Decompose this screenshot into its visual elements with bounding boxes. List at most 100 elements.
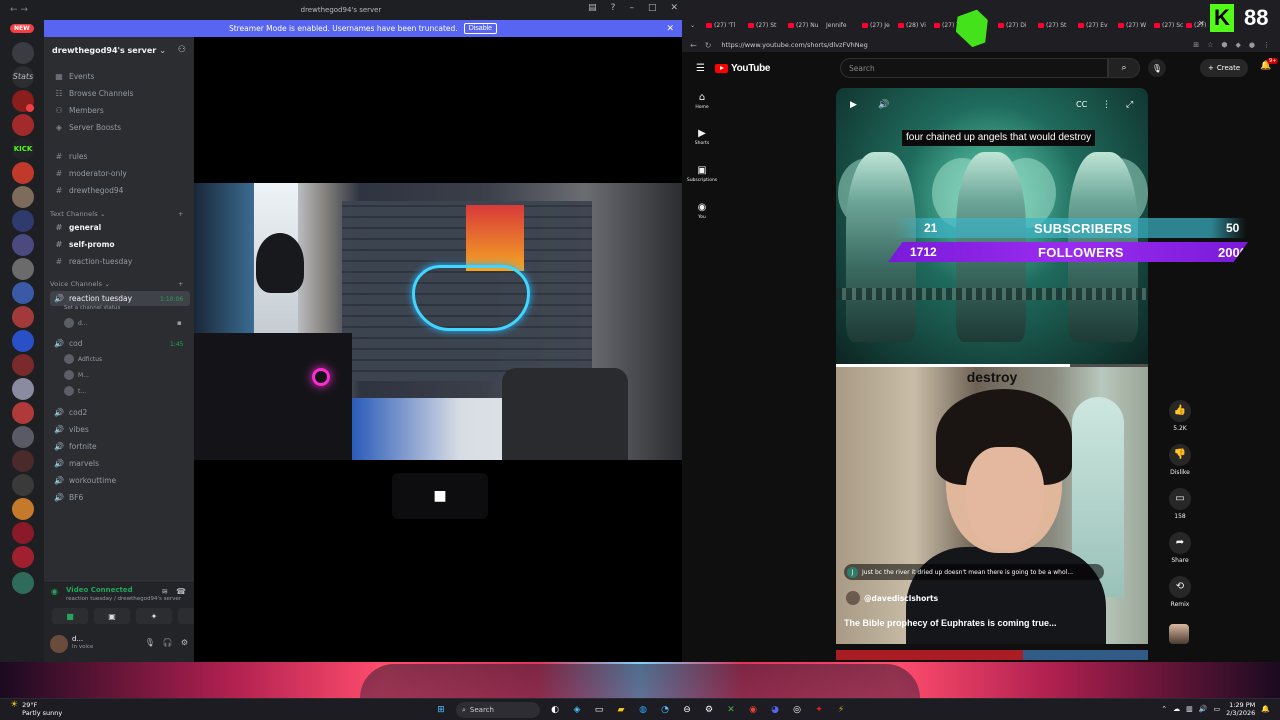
- minimize-button[interactable]: –: [629, 3, 634, 13]
- server-icon[interactable]: [12, 162, 34, 184]
- disable-button[interactable]: Disable: [463, 23, 498, 34]
- webcam-video[interactable]: [194, 183, 682, 460]
- voice-search-button[interactable]: 🎙: [1148, 59, 1166, 77]
- inbox-icon[interactable]: ▤: [588, 3, 597, 13]
- create-button[interactable]: + Create: [1200, 59, 1249, 77]
- sidebar-item-home[interactable]: ⌂ Home: [682, 92, 722, 110]
- next-short-preview[interactable]: [836, 650, 1148, 660]
- battery-icon[interactable]: ▭: [1213, 705, 1220, 713]
- store-icon[interactable]: ◔: [658, 703, 672, 717]
- server-icon[interactable]: [12, 330, 34, 352]
- app-icon[interactable]: ⚡: [834, 703, 848, 717]
- bookmark-star-icon[interactable]: ☆: [1207, 41, 1213, 49]
- channel-self-promo[interactable]: # self-promo: [50, 237, 190, 252]
- install-app-icon[interactable]: ⊞: [1193, 41, 1199, 49]
- camera-button[interactable]: ■: [52, 608, 88, 624]
- audio-thumbnail[interactable]: [1169, 624, 1189, 644]
- short-title[interactable]: The Bible prophecy of Euphrates is comin…: [844, 618, 1057, 628]
- sidebar-item-subscriptions[interactable]: ▣ Subscriptions: [682, 165, 722, 183]
- sidebar-item-you[interactable]: ◉ You: [682, 202, 722, 220]
- channel-general[interactable]: # general: [50, 220, 190, 235]
- file-explorer-icon[interactable]: ▰: [614, 703, 628, 717]
- voice-fortnite[interactable]: 🔊 fortnite: [50, 439, 190, 454]
- shorts-player[interactable]: ▶ 🔊 CC ⋮ ⤢ four chained up angels that w…: [836, 88, 1148, 644]
- extension-icon[interactable]: ⬢: [1221, 41, 1227, 49]
- server-icon[interactable]: [12, 282, 34, 304]
- browser-tab[interactable]: (27) Di: [998, 19, 1027, 31]
- maximize-button[interactable]: □: [648, 3, 657, 13]
- server-icon[interactable]: [12, 522, 34, 544]
- channel-rules[interactable]: # rules: [50, 149, 190, 164]
- voice-connected-subtitle[interactable]: reaction tuesday / drewthegod94's server: [66, 596, 181, 602]
- server-icon[interactable]: [12, 234, 34, 256]
- server-icon[interactable]: [12, 258, 34, 280]
- share-button[interactable]: ➦ Share: [1160, 532, 1200, 564]
- channel-reaction-tuesday[interactable]: # reaction-tuesday: [50, 254, 190, 269]
- server-icon[interactable]: [12, 42, 34, 64]
- server-icon[interactable]: [12, 402, 34, 424]
- reload-icon[interactable]: ↻: [705, 41, 712, 50]
- pinned-comment[interactable]: J Just bc the river it dried up doesn't …: [844, 564, 1104, 580]
- channel-info[interactable]: @davedisclshorts: [846, 591, 938, 605]
- headphones-icon[interactable]: 🎧: [163, 638, 173, 647]
- camera-toggle-button[interactable]: ■: [392, 473, 488, 519]
- server-icon[interactable]: [12, 114, 34, 136]
- chrome-icon[interactable]: ◉: [746, 703, 760, 717]
- add-channel-icon[interactable]: +: [178, 210, 184, 218]
- add-channel-icon[interactable]: +: [178, 280, 184, 288]
- microphone-icon[interactable]: 🎙: [145, 638, 155, 647]
- discord-icon[interactable]: ◕: [768, 703, 782, 717]
- xbox-icon[interactable]: ✕: [724, 703, 738, 717]
- voice-cod2[interactable]: 🔊 cod2: [50, 405, 190, 420]
- channel-drewthegod94[interactable]: # drewthegod94: [50, 183, 190, 198]
- screen-share-button[interactable]: ▣: [94, 608, 130, 624]
- user-name[interactable]: d...: [72, 635, 83, 643]
- notification-bell-icon[interactable]: 🔔: [1261, 705, 1270, 713]
- settings-gear-icon[interactable]: ⚙: [181, 638, 188, 647]
- dislike-button[interactable]: 👎 Dislike: [1160, 444, 1200, 476]
- add-user-icon[interactable]: ⚇: [178, 45, 186, 55]
- taskbar-search[interactable]: ⌕ Search: [456, 702, 540, 718]
- activities-button[interactable]: ✦: [136, 608, 172, 624]
- remix-button[interactable]: ⟲ Remix: [1160, 576, 1200, 608]
- server-icon[interactable]: [12, 572, 34, 594]
- weather-widget[interactable]: ☀ 29°F Partly sunny: [10, 701, 62, 718]
- volume-icon[interactable]: 🔊: [1199, 705, 1208, 713]
- voice-vibes[interactable]: 🔊 vibes: [50, 422, 190, 437]
- obs-icon[interactable]: ◎: [790, 703, 804, 717]
- voice-bf6[interactable]: 🔊 BF6: [50, 490, 190, 505]
- server-icon[interactable]: KICK: [12, 138, 34, 160]
- server-icon[interactable]: [12, 450, 34, 472]
- help-icon[interactable]: ?: [611, 3, 616, 13]
- like-button[interactable]: 👍 5.2K: [1160, 400, 1200, 432]
- browser-tab[interactable]: (27) 'Tl: [706, 19, 735, 31]
- close-icon[interactable]: ✕: [666, 24, 674, 34]
- server-icon[interactable]: [12, 474, 34, 496]
- menu-server-boosts[interactable]: ◈ Server Boosts: [50, 120, 190, 135]
- fullscreen-icon[interactable]: ⤢: [1126, 100, 1133, 110]
- hamburger-menu-icon[interactable]: ☰: [696, 63, 705, 74]
- browser-tab[interactable]: (27) Nu: [788, 19, 819, 31]
- edge-icon[interactable]: ◍: [636, 703, 650, 717]
- voice-user[interactable]: d...: [64, 318, 88, 328]
- server-icon[interactable]: [12, 378, 34, 400]
- server-icon[interactable]: [12, 186, 34, 208]
- server-header[interactable]: drewthegod94's server ⌄ ⚇: [44, 37, 194, 63]
- voice-user[interactable]: M...: [64, 370, 89, 380]
- comments-button[interactable]: ▭ 158: [1160, 488, 1200, 520]
- server-icon[interactable]: Stats: [12, 66, 34, 88]
- server-icon[interactable]: [12, 354, 34, 376]
- channel-moderator-only[interactable]: # moderator-only: [50, 166, 190, 181]
- browser-tab[interactable]: (27) Je: [862, 19, 890, 31]
- network-icon[interactable]: ▥: [1186, 705, 1193, 713]
- close-tab-icon[interactable]: ✕: [1198, 19, 1205, 28]
- app-icon[interactable]: ⊖: [680, 703, 694, 717]
- windows-start-icon[interactable]: ⊞: [434, 703, 448, 717]
- clock[interactable]: 1:29 PM 2/3/2026: [1226, 701, 1255, 717]
- steam-icon[interactable]: ⚙: [702, 703, 716, 717]
- browser-tab[interactable]: (27) Ev: [1078, 19, 1108, 31]
- task-view-icon[interactable]: ▭: [592, 703, 606, 717]
- server-icon[interactable]: [12, 426, 34, 448]
- search-input[interactable]: Search: [840, 58, 1108, 78]
- server-icon[interactable]: [12, 306, 34, 328]
